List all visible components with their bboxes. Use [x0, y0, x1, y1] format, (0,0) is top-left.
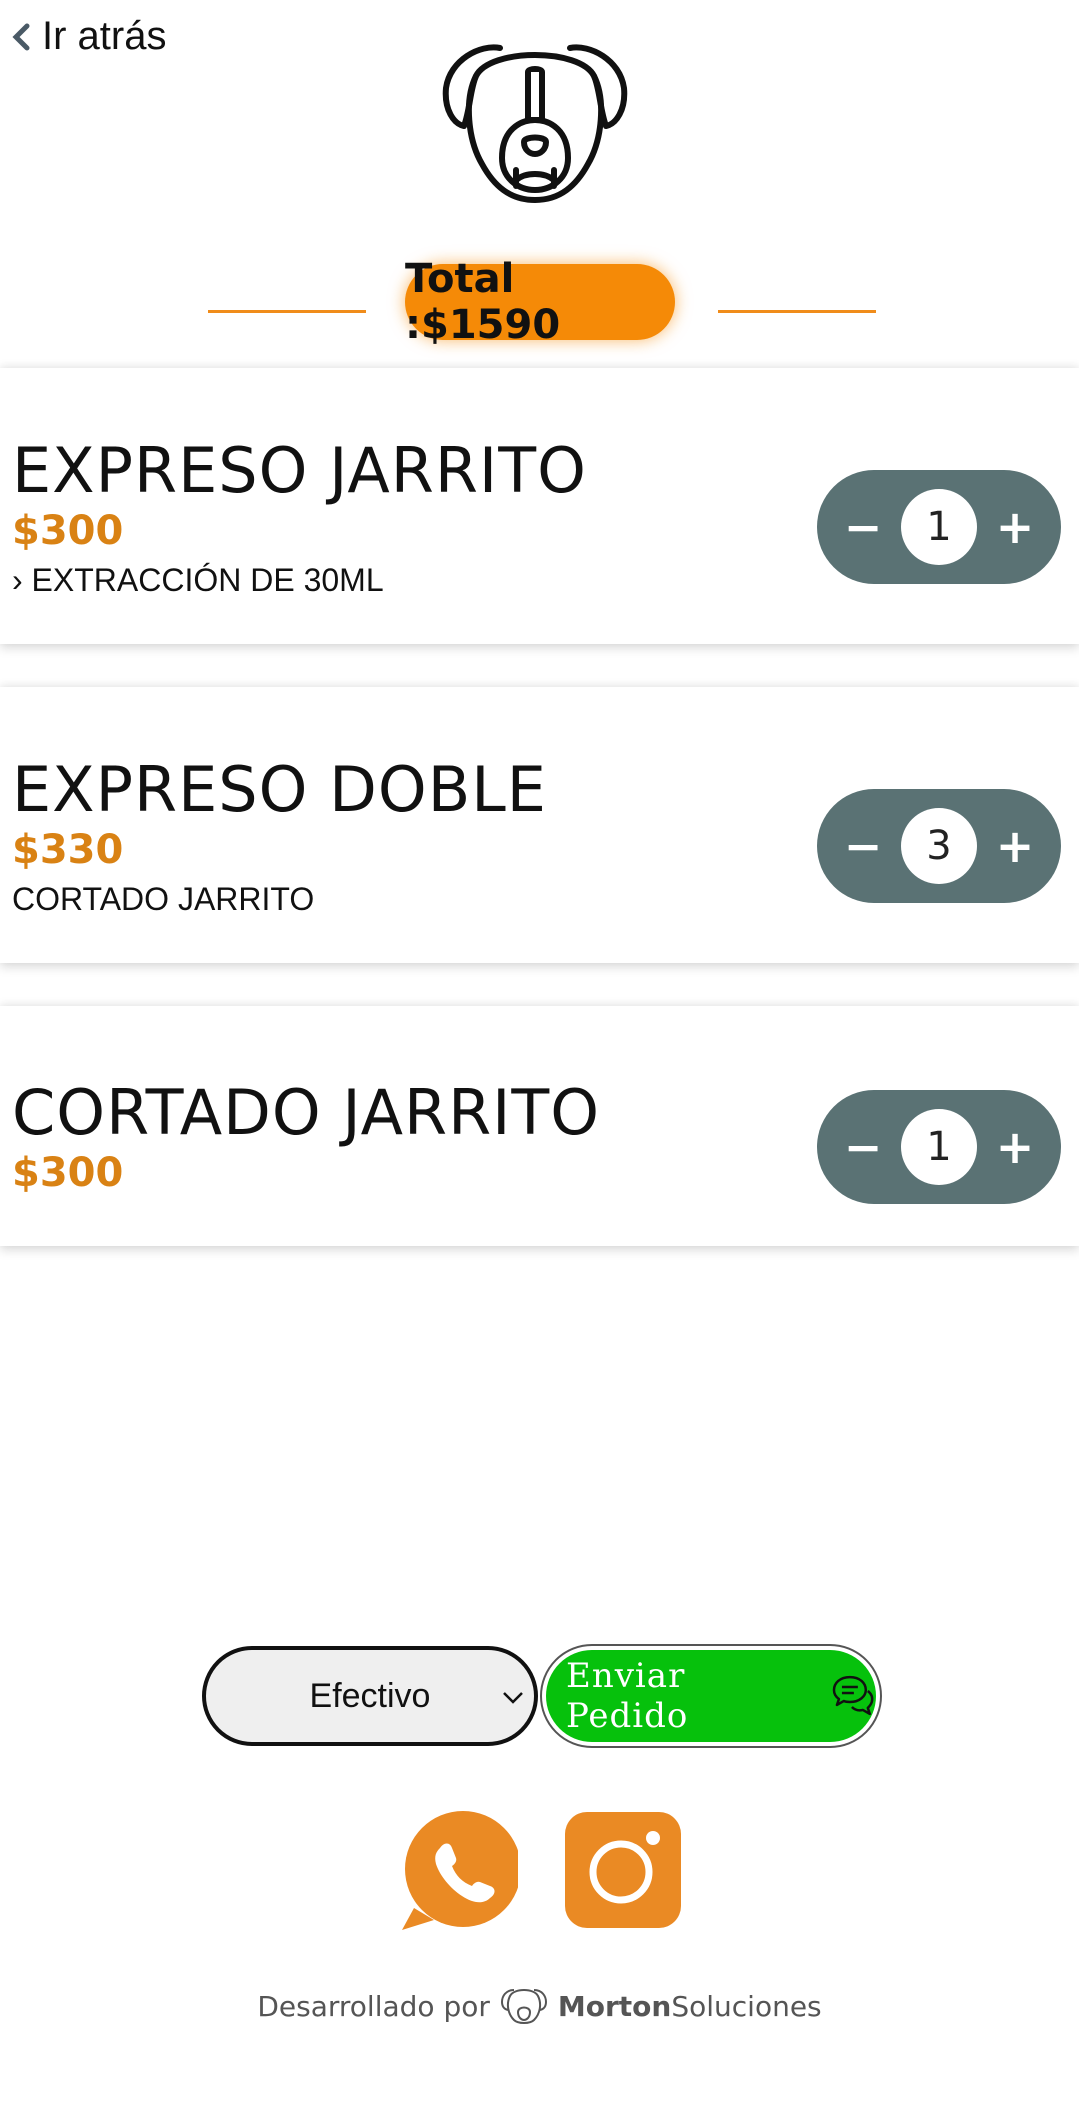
- list-item: CORTADO JARRITO $300 − 1 +: [0, 1006, 1079, 1246]
- decrement-button[interactable]: −: [843, 823, 883, 869]
- item-description: CORTADO JARRITO: [12, 881, 315, 917]
- quantity-stepper: − 1 +: [817, 470, 1061, 584]
- payment-method-value: Efectivo: [309, 1676, 431, 1715]
- footer-brand-rest: Soluciones: [671, 1989, 822, 2023]
- item-name: CORTADO JARRITO: [12, 1076, 601, 1149]
- list-item: EXPRESO DOBLE $330 CORTADO JARRITO − 3 +: [0, 687, 1079, 963]
- whatsapp-icon[interactable]: [400, 1810, 518, 1930]
- send-order-button-frame: Enviar Pedido: [540, 1644, 882, 1748]
- increment-button[interactable]: +: [995, 1124, 1035, 1170]
- payment-method-select[interactable]: Efectivo: [202, 1646, 538, 1746]
- divider-left: [208, 310, 366, 313]
- morton-logo-icon: [500, 1989, 547, 2024]
- increment-button[interactable]: +: [995, 823, 1035, 869]
- chat-bubbles-icon: [832, 1675, 874, 1716]
- item-description: › EXTRACCIÓN DE 30ML: [12, 562, 384, 598]
- footer-credit: Desarrollado por Morton Soluciones: [0, 1986, 1079, 2026]
- back-button[interactable]: Ir atrás: [10, 14, 166, 59]
- item-price: $300: [12, 508, 124, 554]
- chevron-down-icon: [503, 1692, 523, 1704]
- list-item: EXPRESO JARRITO $300 › EXTRACCIÓN DE 30M…: [0, 368, 1079, 644]
- quantity-value: 1: [901, 1109, 977, 1185]
- decrement-button[interactable]: −: [843, 1124, 883, 1170]
- quantity-stepper: − 3 +: [817, 789, 1061, 903]
- footer-prefix: Desarrollado por: [257, 1989, 490, 2023]
- back-label: Ir atrás: [42, 14, 167, 58]
- item-price: $300: [12, 1150, 124, 1196]
- quantity-value: 3: [901, 808, 977, 884]
- quantity-stepper: − 1 +: [817, 1090, 1061, 1204]
- instagram-icon[interactable]: [564, 1810, 682, 1930]
- send-order-button[interactable]: Enviar Pedido: [546, 1650, 876, 1742]
- item-name: EXPRESO DOBLE: [12, 753, 547, 826]
- divider-right: [718, 310, 876, 313]
- chevron-left-icon: [12, 23, 30, 50]
- item-price: $330: [12, 827, 124, 873]
- total-badge: Total :$1590: [405, 256, 675, 348]
- quantity-value: 1: [901, 489, 977, 565]
- dog-logo-icon: [442, 44, 628, 203]
- send-order-label: Enviar Pedido: [566, 1656, 689, 1736]
- increment-button[interactable]: +: [995, 504, 1035, 550]
- decrement-button[interactable]: −: [843, 504, 883, 550]
- footer-brand-bold: Morton: [557, 1989, 672, 2023]
- item-name: EXPRESO JARRITO: [12, 434, 587, 507]
